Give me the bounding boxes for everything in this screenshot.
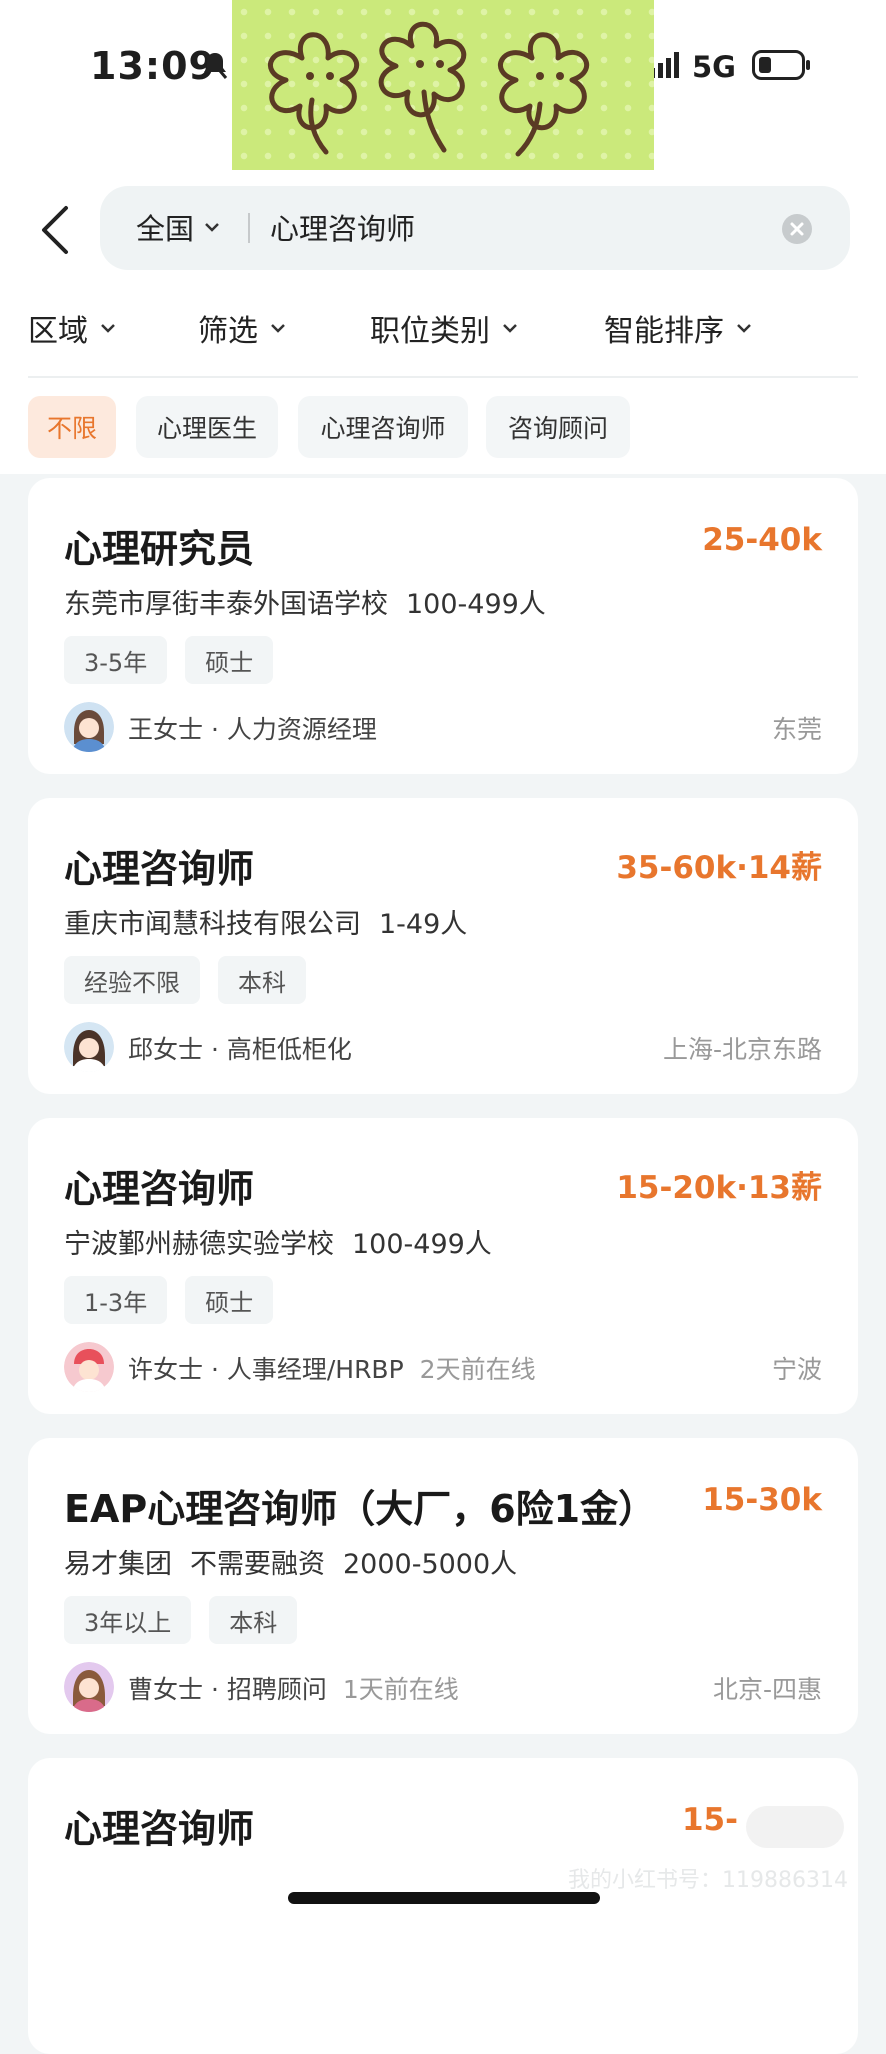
company-funding: 不需要融资: [190, 1549, 325, 1580]
chevron-down-icon: [205, 223, 219, 232]
back-arrow-icon[interactable]: [36, 200, 76, 260]
filter-label: 区域: [28, 314, 88, 349]
salary: 35-60k·14薪: [616, 850, 822, 886]
filter-label: 筛选: [198, 314, 258, 349]
bell-muted-icon: [202, 51, 228, 79]
home-indicator[interactable]: [288, 1892, 600, 1904]
job-tags: 3-5年 硕士: [64, 636, 291, 684]
clover-doodle-icon: [268, 21, 589, 157]
job-location: 北京-四惠: [712, 1675, 822, 1704]
signal-icon: [650, 52, 679, 78]
status-time: 13:09: [90, 44, 216, 88]
avatar: [64, 1662, 114, 1712]
tag-experience: 3-5年: [64, 636, 168, 684]
filter-label: 智能排序: [604, 314, 724, 349]
job-card[interactable]: 心理咨询师 15-20k·13薪 宁波鄞州赫德实验学校 100-499人 1-3年…: [28, 1118, 858, 1414]
avatar: [64, 1342, 114, 1392]
tag-experience: 1-3年: [64, 1276, 168, 1324]
chip-unlimited[interactable]: 不限: [28, 396, 116, 458]
company-info: 东莞市厚街丰泰外国语学校 100-499人: [64, 582, 546, 621]
company-info: 宁波鄞州赫德实验学校 100-499人: [64, 1222, 492, 1261]
region-select[interactable]: 全国: [136, 206, 220, 248]
job-card[interactable]: 心理研究员 25-40k 东莞市厚街丰泰外国语学校 100-499人 3-5年 硕…: [28, 478, 858, 774]
company-name: 东莞市厚街丰泰外国语学校: [64, 589, 388, 620]
company-name: 宁波鄞州赫德实验学校: [64, 1229, 334, 1260]
online-status: 2天前在线: [419, 1355, 536, 1384]
company-size: 2000-5000人: [343, 1549, 518, 1580]
company-size: 100-499人: [352, 1229, 492, 1260]
salary: 25-40k: [702, 522, 822, 558]
search-input[interactable]: 心理咨询师: [270, 206, 415, 248]
company-name: 重庆市闻慧科技有限公司: [64, 909, 361, 940]
job-tags: 1-3年 硕士: [64, 1276, 291, 1324]
tag-education: 硕士: [185, 1276, 274, 1324]
tag-education: 本科: [218, 956, 306, 1004]
tag-experience: 经验不限: [64, 956, 200, 1004]
watermark: 我的小红书号：119886314: [568, 1868, 848, 1893]
chip-consultant[interactable]: 咨询顾问: [486, 396, 630, 458]
job-location: 宁波: [771, 1355, 822, 1384]
tag-education: 本科: [209, 1596, 298, 1644]
network-type: 5G: [692, 50, 736, 84]
job-card[interactable]: 心理咨询师 35-60k·14薪 重庆市闻慧科技有限公司 1-49人 经验不限 本…: [28, 798, 858, 1094]
salary: 15-: [681, 1802, 738, 1838]
online-status: 1天前在线: [342, 1675, 459, 1704]
job-card[interactable]: 心理咨询师 15-: [28, 1758, 858, 2054]
salary: 15-30k: [702, 1482, 822, 1518]
job-location: 东莞: [771, 715, 822, 744]
chevron-down-icon: [503, 324, 517, 333]
avatar: [64, 1022, 114, 1072]
recruiter-info: 曹女士 · 招聘顾问 1天前在线: [128, 1670, 459, 1706]
chip-counselor[interactable]: 心理咨询师: [298, 396, 468, 458]
job-title: 心理咨询师: [64, 1167, 255, 1211]
salary-overlay: [746, 1806, 844, 1848]
tag-education: 硕士: [185, 636, 274, 684]
job-card[interactable]: EAP心理咨询师（大厂，6险1金） 15-30k 易才集团 不需要融资 2000-5…: [28, 1438, 858, 1734]
job-title: 心理研究员: [64, 527, 255, 571]
job-tags: 3年以上 本科: [64, 1596, 315, 1644]
company-info: 重庆市闻慧科技有限公司 1-49人: [64, 902, 467, 941]
recruiter-info: 许女士 · 人事经理/HRBP 2天前在线: [128, 1350, 536, 1386]
filter-region[interactable]: 区域: [28, 306, 116, 350]
search-divider: [248, 213, 250, 243]
company-size: 100-499人: [406, 589, 546, 620]
filter-sort[interactable]: 智能排序: [604, 306, 752, 350]
clear-icon[interactable]: [782, 214, 812, 244]
chevron-down-icon: [101, 324, 115, 333]
filter-divider: [28, 376, 858, 378]
job-title: 心理咨询师: [64, 847, 255, 891]
job-tags: 经验不限 本科: [64, 956, 324, 1004]
avatar: [64, 702, 114, 752]
company-name: 易才集团: [64, 1549, 172, 1580]
recruiter-name: 许女士 · 人事经理/HRBP: [128, 1355, 404, 1384]
recruiter-name: 曹女士 · 招聘顾问: [128, 1675, 327, 1704]
company-size: 1-49人: [379, 909, 468, 940]
chevron-down-icon: [737, 324, 751, 333]
company-info: 易才集团 不需要融资 2000-5000人: [64, 1542, 517, 1581]
region-label: 全国: [136, 212, 195, 246]
job-title: 心理咨询师: [64, 1807, 255, 1851]
filter-screen[interactable]: 筛选: [198, 306, 286, 350]
filter-job-category[interactable]: 职位类别: [370, 306, 518, 350]
recruiter-info: 王女士 · 人力资源经理: [128, 715, 377, 744]
tag-experience: 3年以上: [64, 1596, 192, 1644]
chip-psychiatrist[interactable]: 心理医生: [136, 396, 278, 458]
salary: 15-20k·13薪: [616, 1170, 822, 1206]
search-bar[interactable]: 全国 心理咨询师: [100, 186, 850, 270]
battery-icon: [752, 50, 810, 80]
job-title: EAP心理咨询师（大厂，6险1金）: [64, 1487, 657, 1531]
recruiter-info: 邱女士 · 高柜低柜化: [128, 1035, 352, 1064]
chevron-down-icon: [271, 324, 285, 333]
job-location: 上海-北京东路: [662, 1035, 822, 1064]
clover-sticker: [232, 0, 654, 170]
filter-label: 职位类别: [370, 314, 490, 349]
